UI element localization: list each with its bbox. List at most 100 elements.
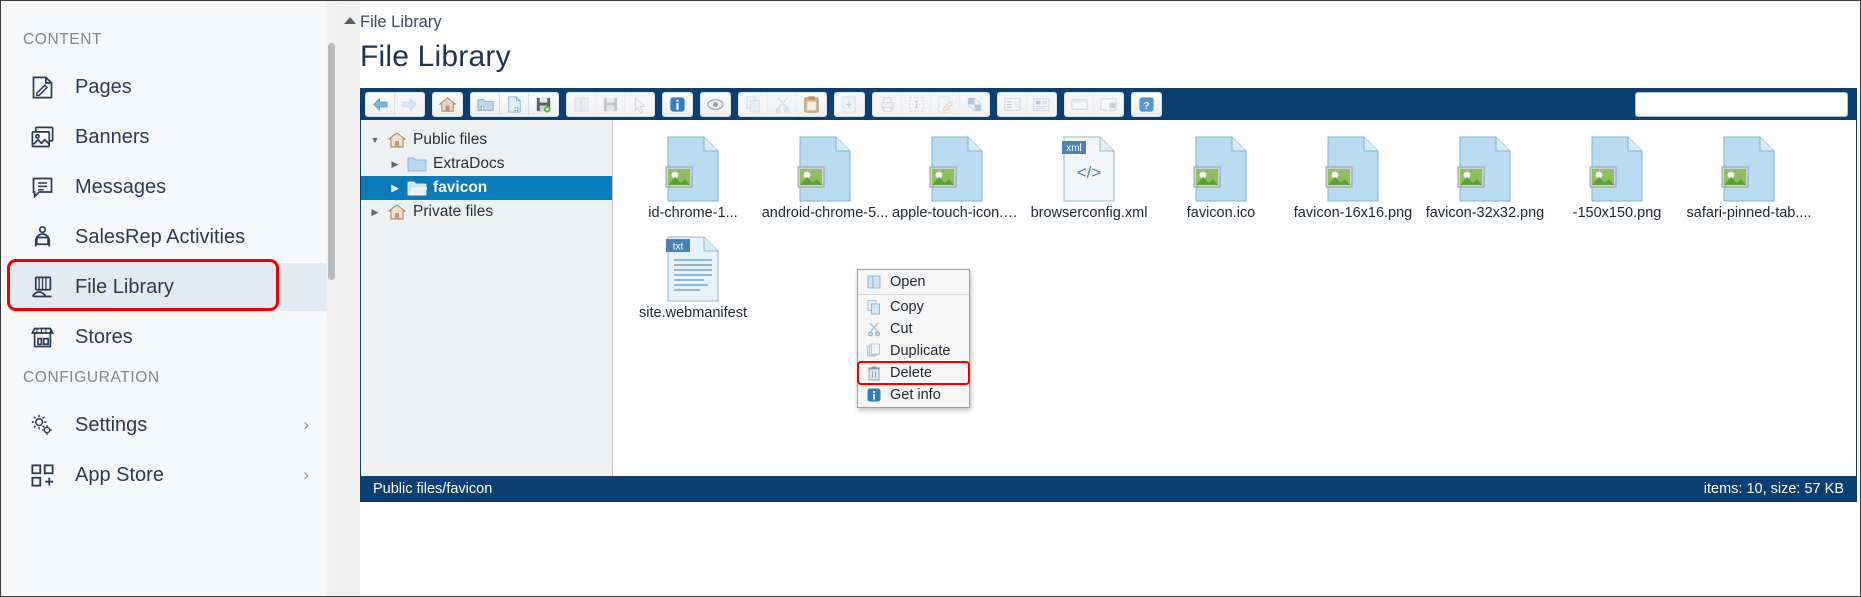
file-name-label: android-chrome-5...	[762, 205, 889, 221]
sidebar-item-pages[interactable]: Pages	[7, 63, 329, 111]
image-file-icon	[1324, 136, 1382, 202]
new-file-icon[interactable]	[500, 92, 529, 117]
delete-icon	[865, 365, 882, 382]
help-icon[interactable]: ?	[1132, 92, 1161, 117]
sidebar-item-label: File Library	[75, 276, 329, 299]
file-manager-body: ▼ Public files ▶ ExtraDocs	[361, 120, 1856, 476]
context-menu-item-get-info[interactable]: Get info	[858, 384, 969, 406]
sidebar-item-label: SalesRep Activities	[75, 226, 329, 249]
page-title: File Library	[360, 40, 1860, 74]
sidebar-item-stores[interactable]: Stores	[7, 313, 329, 361]
context-menu-item-copy[interactable]: Copy	[858, 296, 969, 318]
context-menu-item-delete[interactable]: Delete	[858, 362, 969, 384]
file-item[interactable]: xml</> browserconfig.xml	[1023, 130, 1155, 230]
print-icon[interactable]	[873, 92, 902, 117]
context-menu-item-cut[interactable]: Cut	[858, 318, 969, 340]
context-menu-item-open[interactable]: Open	[858, 271, 969, 293]
home-icon[interactable]	[433, 92, 462, 117]
file-item[interactable]: -150x150.png	[1551, 130, 1683, 230]
sidebar-scrollbar-thumb[interactable]	[328, 43, 335, 280]
forward-icon[interactable]	[395, 92, 424, 117]
file-item[interactable]: favicon-16x16.png	[1287, 130, 1419, 230]
paste-icon[interactable]	[797, 92, 826, 117]
file-manager: ? ▼ Public files	[360, 88, 1857, 502]
sidebar-item-label: Stores	[75, 326, 329, 349]
grid-view-icon[interactable]	[1027, 92, 1056, 117]
chevron-right-icon: ›	[303, 465, 309, 485]
messages-icon	[27, 172, 57, 202]
tree-node-private-files[interactable]: ▶ Private files	[361, 200, 612, 224]
tree-node-extradocs[interactable]: ▶ ExtraDocs	[361, 152, 612, 176]
sidebar-item-banners[interactable]: Banners	[7, 113, 329, 161]
status-path: Public files/favicon	[373, 481, 492, 497]
fullscreen-icon[interactable]	[1094, 92, 1123, 117]
tree-node-label: favicon	[433, 179, 487, 197]
copy-icon[interactable]	[739, 92, 768, 117]
svg-text:xml: xml	[1066, 143, 1082, 154]
context-menu-item-duplicate[interactable]: Duplicate	[858, 340, 969, 362]
upload-save-icon[interactable]	[529, 92, 558, 117]
sidebar-item-settings[interactable]: Settings ›	[7, 401, 329, 449]
rename-icon[interactable]	[931, 92, 960, 117]
toolbar-group-help: ?	[1131, 92, 1162, 117]
toolbar-group-navigation	[365, 92, 425, 117]
cut-icon[interactable]	[768, 92, 797, 117]
sidebar-item-label: Banners	[75, 126, 329, 149]
image-file-icon	[928, 136, 986, 202]
sidebar-item-messages[interactable]: Messages	[7, 163, 329, 211]
twisty-right-icon[interactable]: ▶	[369, 207, 381, 218]
svg-text:</>: </>	[1077, 163, 1102, 182]
twisty-down-icon[interactable]: ▼	[369, 135, 381, 145]
sidebar-item-salesrep-activities[interactable]: SalesRep Activities	[7, 213, 329, 261]
file-item[interactable]: txt site.webmanifest	[627, 230, 759, 330]
file-item[interactable]: favicon-32x32.png	[1419, 130, 1551, 230]
file-item[interactable]: favicon.ico	[1155, 130, 1287, 230]
stores-icon	[27, 322, 57, 352]
select-all-icon[interactable]	[902, 92, 931, 117]
select-icon[interactable]	[625, 92, 654, 117]
settings-icon	[27, 410, 57, 440]
info-icon[interactable]	[663, 92, 692, 117]
resize-icon[interactable]	[960, 92, 989, 117]
list-view-icon[interactable]	[998, 92, 1027, 117]
tree-node-favicon[interactable]: ▶ favicon	[361, 176, 612, 200]
toolbar-group-edit	[872, 92, 990, 117]
file-grid: id-chrome-1... android-chrome-5...	[613, 120, 1856, 476]
duplicate-icon[interactable]	[835, 92, 864, 117]
context-menu-item-label: Delete	[890, 365, 932, 381]
open-icon	[865, 274, 882, 291]
toolbar-group-duplicate	[834, 92, 865, 117]
new-folder-icon[interactable]	[471, 92, 500, 117]
file-manager-status-bar: Public files/favicon items: 10, size: 57…	[361, 476, 1856, 501]
app-window: CONTENT Pages Banners	[0, 0, 1861, 597]
file-item[interactable]: android-chrome-5...	[759, 130, 891, 230]
tree-node-label: Public files	[413, 131, 487, 149]
file-item[interactable]: id-chrome-1...	[627, 130, 759, 230]
breadcrumb: File Library	[360, 1, 1860, 32]
text-file-icon: txt	[664, 236, 722, 302]
image-file-icon	[1456, 136, 1514, 202]
sidebar-scrollbar[interactable]	[326, 1, 338, 596]
twisty-right-icon[interactable]: ▶	[389, 159, 401, 170]
collapse-up-arrow-icon[interactable]	[344, 17, 356, 24]
tree-node-label: Private files	[413, 203, 493, 221]
main-collapse-strip[interactable]	[338, 1, 360, 596]
search-input[interactable]	[1635, 92, 1848, 117]
tree-node-public-files[interactable]: ▼ Public files	[361, 128, 612, 152]
sidebar-section-configuration: CONFIGURATION	[1, 369, 337, 387]
context-menu: Open Copy Cut	[857, 269, 970, 408]
sidebar-item-label: Messages	[75, 176, 329, 199]
twisty-right-icon[interactable]: ▶	[389, 183, 401, 194]
save-icon[interactable]	[596, 92, 625, 117]
preview-icon[interactable]	[701, 92, 730, 117]
back-icon[interactable]	[366, 92, 395, 117]
file-item[interactable]: safari-pinned-tab....	[1683, 130, 1815, 230]
image-file-icon	[1720, 136, 1778, 202]
sidebar-item-app-store[interactable]: App Store ›	[7, 451, 329, 499]
open-folder-icon[interactable]	[567, 92, 596, 117]
sidebar-item-file-library[interactable]: File Library	[7, 263, 329, 311]
duplicate-icon	[865, 343, 882, 360]
file-item[interactable]: apple-touch-icon.p...	[891, 130, 1023, 230]
svg-text:?: ?	[1143, 101, 1149, 112]
window-icon[interactable]	[1065, 92, 1094, 117]
